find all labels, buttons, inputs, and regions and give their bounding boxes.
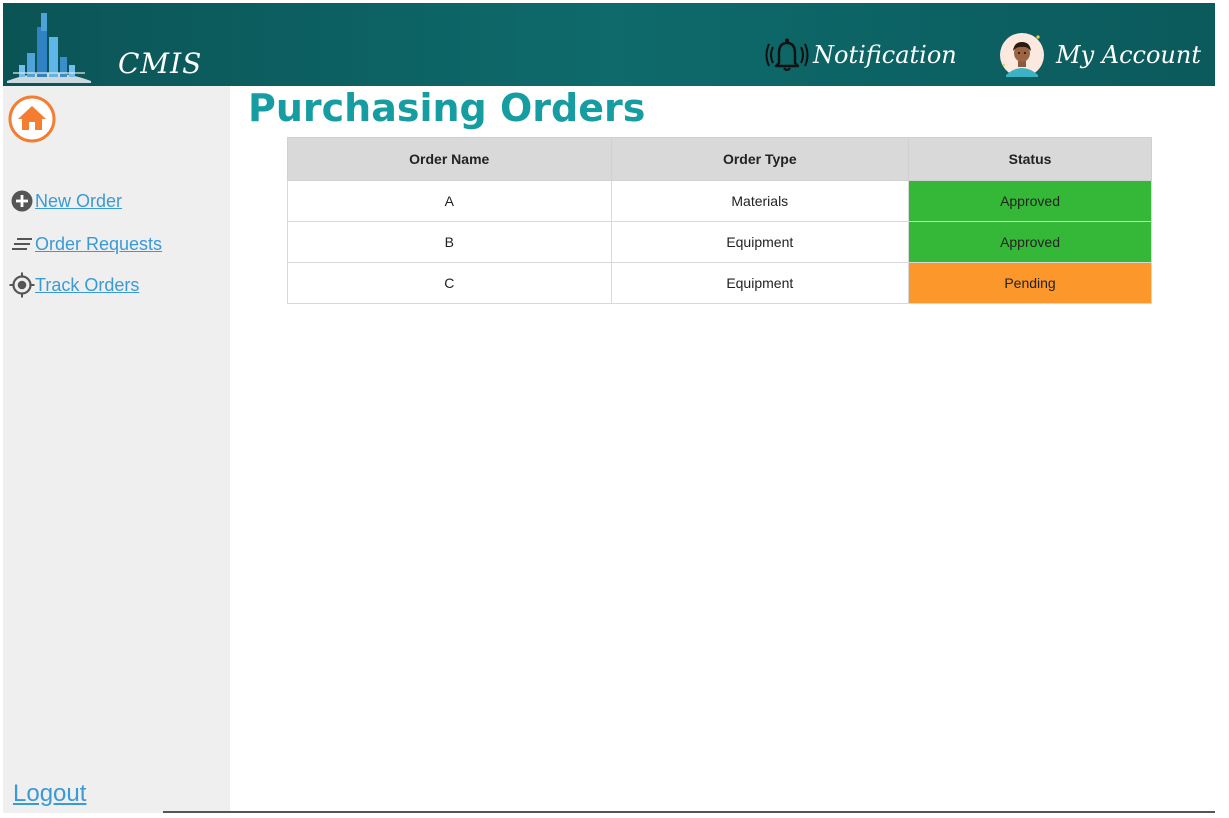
order-name-cell: B — [287, 221, 612, 263]
sidebar-item-new-order[interactable]: New Order — [9, 189, 122, 213]
table-row[interactable]: A Materials Approved — [287, 180, 1152, 222]
order-name-cell: C — [287, 262, 612, 304]
lines-icon — [9, 232, 35, 256]
sidebar-item-label[interactable]: Track Orders — [35, 275, 139, 296]
order-type-cell: Equipment — [610, 221, 910, 263]
sidebar-item-track-orders[interactable]: Track Orders — [9, 272, 139, 298]
sidebar: New Order Order Requests Track Orders Lo… — [3, 86, 230, 813]
sidebar-item-label[interactable]: New Order — [35, 191, 122, 212]
column-header-order-type[interactable]: Order Type — [610, 137, 910, 181]
order-type-cell: Materials — [610, 180, 910, 222]
plus-circle-icon — [9, 189, 35, 213]
status-badge: Approved — [908, 180, 1152, 222]
user-avatar-icon — [1000, 33, 1044, 77]
notification-label: Notification — [813, 41, 957, 69]
top-header: CMIS Notification My Account — [3, 3, 1215, 86]
my-account-button[interactable]: My Account — [998, 31, 1201, 79]
page-title: Purchasing Orders — [248, 86, 646, 130]
status-badge: Approved — [908, 221, 1152, 263]
logout-link[interactable]: Logout — [13, 780, 86, 808]
my-account-label: My Account — [1056, 41, 1201, 69]
column-header-order-name[interactable]: Order Name — [287, 137, 612, 181]
order-name-cell: A — [287, 180, 612, 222]
table-header-row: Order Name Order Type Status — [287, 137, 1152, 181]
order-type-cell: Equipment — [610, 262, 910, 304]
sidebar-item-order-requests[interactable]: Order Requests — [9, 232, 162, 256]
notification-button[interactable]: Notification — [763, 35, 957, 75]
status-badge: Pending — [908, 262, 1152, 304]
table-row[interactable]: C Equipment Pending — [287, 262, 1152, 304]
bell-icon — [765, 38, 809, 72]
home-icon[interactable] — [7, 94, 57, 144]
table-row[interactable]: B Equipment Approved — [287, 221, 1152, 263]
orders-table: Order Name Order Type Status A Materials… — [287, 137, 1152, 304]
sidebar-item-label[interactable]: Order Requests — [35, 234, 162, 255]
column-header-status[interactable]: Status — [908, 137, 1152, 181]
bottom-divider — [163, 811, 1215, 813]
city-skyline-logo-icon — [7, 13, 91, 83]
app-name: CMIS — [118, 47, 203, 80]
target-icon — [9, 272, 35, 298]
